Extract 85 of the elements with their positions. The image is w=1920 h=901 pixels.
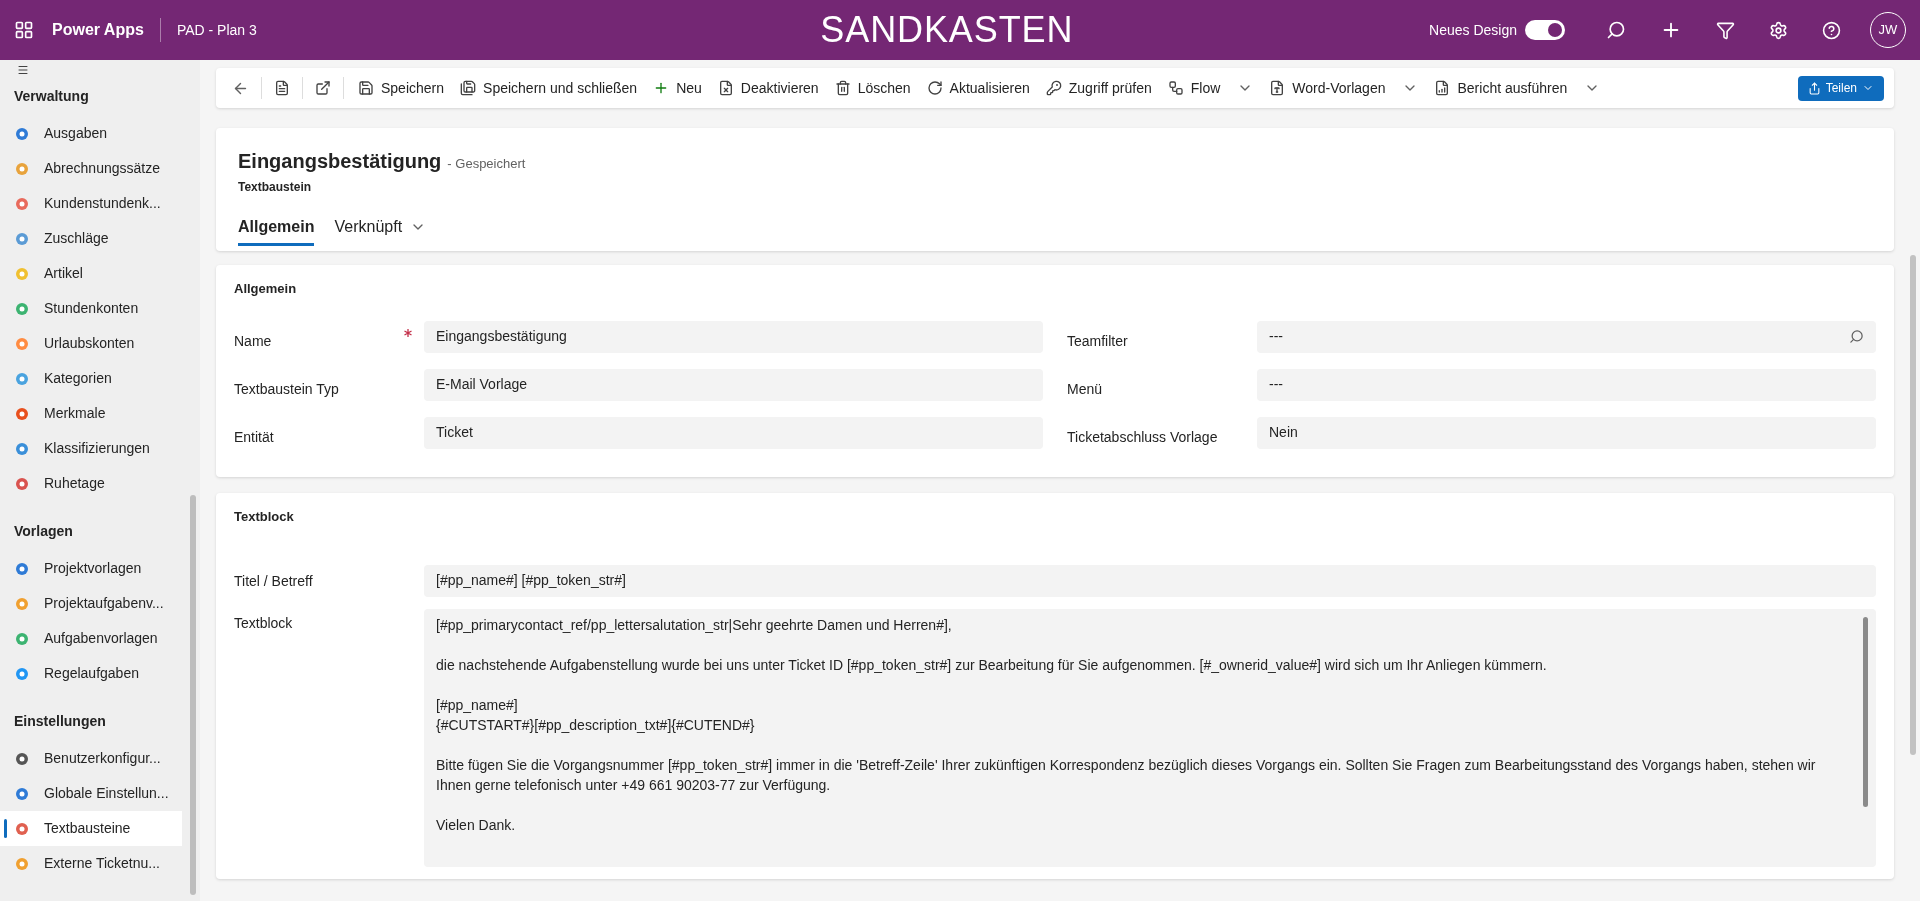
document-icon <box>1269 80 1286 96</box>
save-status: - Gespeichert <box>447 155 526 173</box>
field-label: Teamfilter <box>1067 331 1129 351</box>
sidebar-item[interactable]: Ruhetage <box>0 466 182 501</box>
share-button[interactable]: Teilen <box>1797 75 1884 101</box>
command-button[interactable]: Löschen <box>826 72 919 104</box>
field-label: Textblock <box>234 613 294 633</box>
command-button[interactable]: Neu <box>645 72 710 104</box>
text-line: die nachstehende Aufgabenstellung wurde bei uns unter Ticket ID [#pp_token_str#] zur Bearbeitung für Sie aufgenommen. [#_ownerid_value#] wird sich um Ihr Anliegen kümmern. <box>436 655 1548 675</box>
record-title: Eingangsbestätigung <box>238 149 442 174</box>
sidebar-item[interactable]: Merkmale <box>0 396 182 431</box>
sidebar-item[interactable]: Textbausteine <box>0 811 182 846</box>
sidebar-item[interactable]: Zuschläge <box>0 221 182 256</box>
sidebar-item[interactable]: Projektvorlagen <box>0 551 182 586</box>
sidebar-group-title: Einstellungen <box>13 712 107 731</box>
app-name[interactable]: Power Apps <box>52 18 161 42</box>
section-title: Textblock <box>234 508 295 526</box>
section-title: Allgemein <box>234 280 298 298</box>
scrollbar[interactable] <box>190 495 196 895</box>
sandbox-title: SANDKASTEN <box>819 8 1075 52</box>
field-label: Titel / Betreff <box>234 571 314 591</box>
sidebar-item[interactable]: Benutzerkonfigur... <box>0 741 182 776</box>
command-button[interactable]: Word-Vorlagen <box>1261 72 1427 104</box>
sidebar-group-title: Vorlagen <box>13 522 74 541</box>
sidebar-item[interactable]: Abrechnungssätze <box>0 151 182 186</box>
field-label: Menü <box>1067 379 1104 399</box>
popout-icon[interactable] <box>315 80 331 96</box>
sidebar-item[interactable]: Projektaufgabenv... <box>0 586 182 621</box>
command-button[interactable]: Zugriff prüfen <box>1037 72 1160 104</box>
sidebar-item[interactable]: Kundenstundenk... <box>0 186 182 221</box>
sidebar-group-title: Verwaltung <box>13 87 90 106</box>
help-icon[interactable] <box>1822 20 1841 40</box>
command-button[interactable]: Aktualisieren <box>918 72 1038 104</box>
sidebar-item[interactable]: Klassifizierungen <box>0 431 182 466</box>
text-line: {#CUTSTART#}[#pp_description_txt#]{#CUTEND#} <box>436 715 756 735</box>
text-line: Bitte fügen Sie die Vorgangsnummer [#pp_token_str#] immer in die 'Betreff-Zeile' Ihrer zukünftigen Korrespondenz bezüglich dieses Vorgangs ein. Sollten Sie Fragen zum Bearbeitungsstand des Vorgangs haben, stehen wir Ihnen gerne telefonisch unter +49 661 90203-77 zur Verfügung. <box>436 755 1817 795</box>
input-field[interactable]: --- <box>1257 320 1876 353</box>
sidebar-item[interactable]: Kategorien <box>0 361 182 396</box>
input-field[interactable]: Eingangsbestätigung <box>424 320 1043 353</box>
input-field[interactable]: --- <box>1257 368 1876 401</box>
form-tab[interactable]: Verknüpft <box>334 210 427 246</box>
refresh-icon <box>926 80 943 96</box>
input-field[interactable]: Ticket <box>424 416 1043 449</box>
command-button[interactable]: Speichern und schließen <box>452 72 646 104</box>
input-field[interactable]: E-Mail Vorlage <box>424 368 1043 401</box>
sidebar-item[interactable]: Ausgaben <box>0 116 182 151</box>
text-line: [#pp_primarycontact_ref/pp_lettersalutation_str|Sehr geehrte Damen und Herren#], <box>436 615 953 635</box>
sidebar-item[interactable]: Aufgabenvorlagen <box>0 621 182 656</box>
sidebar-item[interactable]: Urlaubskonten <box>0 326 182 361</box>
settings-icon[interactable] <box>1769 20 1788 40</box>
field-label: Textbaustein Typ <box>234 379 340 399</box>
command-button[interactable]: Speichern <box>350 72 453 104</box>
command-button[interactable]: Flow <box>1159 72 1262 104</box>
trash-icon <box>834 80 851 96</box>
search-icon[interactable] <box>1606 20 1626 40</box>
sidebar-item[interactable]: Externe Ticketnu... <box>0 846 182 881</box>
new-design-label: Neues Design <box>1429 20 1517 40</box>
field-label: Name <box>234 331 273 351</box>
sidebar-item[interactable]: Globale Einstellun... <box>0 776 182 811</box>
input-field[interactable]: [#pp_name#] [#pp_token_str#] <box>424 564 1876 597</box>
sidebar-item[interactable]: Artikel <box>0 256 182 291</box>
filter-icon[interactable] <box>1716 20 1735 40</box>
app-launcher-icon[interactable] <box>14 20 34 40</box>
flow-icon <box>1167 80 1184 96</box>
form-icon[interactable] <box>274 80 290 96</box>
share-icon <box>1807 81 1821 95</box>
scrollbar[interactable] <box>1863 616 1868 807</box>
form-tab[interactable]: Allgemein <box>238 210 315 246</box>
field-label: Ticketabschluss Vorlage <box>1067 427 1219 447</box>
text-line: [#pp_name#] <box>436 695 519 715</box>
command-button[interactable]: Bericht ausführen <box>1426 72 1609 104</box>
input-field[interactable]: Nein <box>1257 416 1876 449</box>
sidebar-item[interactable]: Stundenkonten <box>0 291 182 326</box>
text-line: Vielen Dank. <box>436 815 517 835</box>
key-icon <box>1045 80 1062 96</box>
floppy-disks-icon <box>460 80 477 96</box>
scrollbar[interactable] <box>1910 255 1916 755</box>
document-icon <box>717 80 734 96</box>
new-design-toggle[interactable] <box>1525 20 1565 40</box>
report-icon <box>1434 80 1451 96</box>
command-button[interactable]: Deaktivieren <box>709 72 827 104</box>
sidebar-item[interactable]: Regelaufgaben <box>0 656 182 691</box>
field-label: Entität <box>234 427 275 447</box>
entity-name: Textbaustein <box>238 179 313 196</box>
environment-name: PAD - Plan 3 <box>176 20 258 40</box>
